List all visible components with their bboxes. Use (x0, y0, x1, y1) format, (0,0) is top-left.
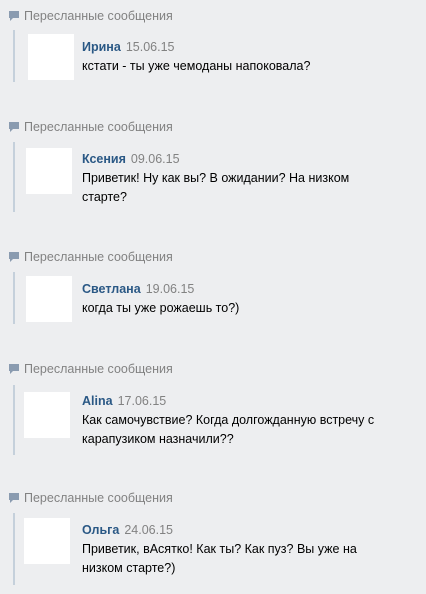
forwarded-header[interactable]: Пересланные сообщения (9, 490, 173, 506)
avatar[interactable] (28, 34, 74, 80)
forwarded-label: Пересланные сообщения (24, 250, 173, 264)
forwarded-message-icon (9, 251, 19, 262)
forwarded-header[interactable]: Пересланные сообщения (9, 361, 173, 377)
message-text: Приветик, вАсятко! Как ты? Как пуз? Вы у… (82, 540, 357, 578)
forwarded-label: Пересланные сообщения (24, 9, 173, 23)
forwarded-header[interactable]: Пересланные сообщения (9, 249, 173, 265)
author-name[interactable]: Светлана (82, 282, 141, 296)
message-line: кстати - ты уже чемоданы напоковала? (82, 59, 311, 73)
message-line: низком старте?) (82, 561, 176, 575)
message-line: старте? (82, 190, 127, 204)
forwarded-header[interactable]: Пересланные сообщения (9, 119, 173, 135)
author-name[interactable]: Ольга (82, 523, 119, 537)
message-line: когда ты уже рожаешь то?) (82, 301, 240, 315)
message-text: кстати - ты уже чемоданы напоковала? (82, 57, 310, 76)
author-name[interactable]: Alina (82, 394, 113, 408)
message-date[interactable]: 17.06.15 (118, 394, 167, 408)
forwarded-message-icon (9, 492, 19, 503)
forwarded-label: Пересланные сообщения (24, 120, 173, 134)
message-date[interactable]: 15.06.15 (126, 40, 175, 54)
avatar[interactable] (26, 276, 72, 322)
message-line: Приветик! Ну как вы? В ожидании? На низк… (82, 171, 350, 185)
message-text: Как самочувствие? Когда долгожданную вст… (82, 411, 374, 449)
quote-bar (13, 385, 15, 455)
message-line: Приветик, вАсятко! Как ты? Как пуз? Вы у… (82, 542, 357, 556)
author-name[interactable]: Ксения (82, 152, 126, 166)
message-date[interactable]: 24.06.15 (124, 523, 173, 537)
forwarded-label: Пересланные сообщения (24, 491, 173, 505)
forwarded-message-icon (9, 10, 19, 21)
message-date[interactable]: 09.06.15 (131, 152, 180, 166)
avatar[interactable] (24, 518, 70, 564)
message-text: Приветик! Ну как вы? В ожидании? На низк… (82, 169, 349, 207)
message-text: когда ты уже рожаешь то?) (82, 299, 239, 318)
forwarded-header[interactable]: Пересланные сообщения (9, 8, 173, 24)
forwarded-label: Пересланные сообщения (24, 362, 173, 376)
forwarded-message-icon (9, 363, 19, 374)
forwarded-message-icon (9, 121, 19, 132)
message-date[interactable]: 19.06.15 (146, 282, 195, 296)
quote-bar (13, 513, 15, 585)
avatar[interactable] (24, 392, 70, 438)
quote-bar (13, 30, 15, 82)
author-name[interactable]: Ирина (82, 40, 121, 54)
avatar[interactable] (26, 148, 72, 194)
message-line: карапузиком назначили?? (82, 432, 234, 446)
quote-bar (13, 142, 15, 212)
quote-bar (13, 272, 15, 324)
message-line: Как самочувствие? Когда долгожданную вст… (82, 413, 375, 427)
